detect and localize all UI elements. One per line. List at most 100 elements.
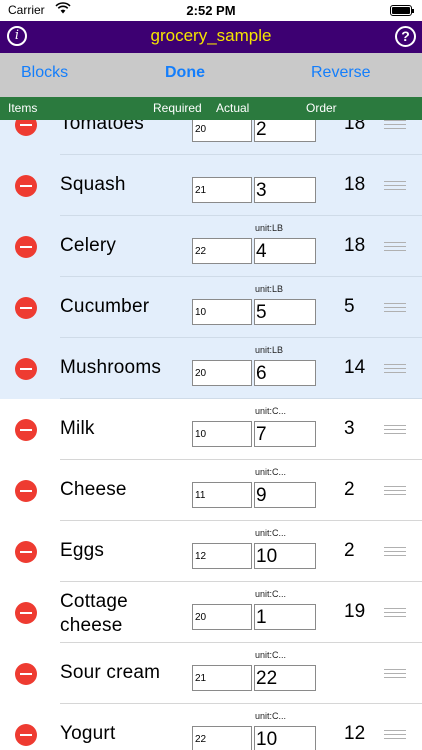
battery-icon [390, 5, 414, 16]
list-item: Yogurt 22 unit:C... 10 12 [0, 704, 422, 750]
required-field[interactable]: 10 [192, 299, 252, 325]
actual-field[interactable]: 6 [254, 360, 316, 386]
reorder-handle-icon[interactable] [384, 547, 406, 557]
delete-icon[interactable] [15, 297, 37, 319]
order-value: 18 [344, 120, 366, 134]
item-name: Eggs [60, 540, 105, 561]
item-name: Tomatoes [60, 120, 144, 134]
column-actual: Actual [216, 101, 250, 115]
delete-icon[interactable] [15, 480, 37, 502]
order-value: 2 [344, 479, 355, 500]
delete-icon[interactable] [15, 358, 37, 380]
list-item: Cheese 11 unit:C... 9 2 [0, 460, 422, 521]
reorder-handle-icon[interactable] [384, 364, 406, 374]
required-field[interactable]: 21 [192, 665, 252, 691]
actual-field[interactable]: 3 [254, 177, 316, 203]
reorder-handle-icon[interactable] [384, 303, 406, 313]
delete-icon[interactable] [15, 175, 37, 197]
actual-field[interactable]: 22 [254, 665, 316, 691]
unit-label: unit:LB [255, 345, 284, 355]
order-value: 19 [344, 601, 366, 622]
item-name: Cottage cheese [60, 591, 128, 636]
delete-icon[interactable] [15, 236, 37, 258]
blocks-button[interactable]: Blocks [21, 64, 68, 82]
order-value: 2 [344, 540, 355, 561]
required-field[interactable]: 10 [192, 421, 252, 447]
page-title: grocery_sample [150, 26, 272, 45]
required-field[interactable]: 20 [192, 604, 252, 630]
item-name: Cucumber [60, 296, 150, 317]
column-header: Items Required Actual Order [0, 97, 422, 120]
unit-label: unit:C... [255, 406, 287, 416]
list-item: Eggs 12 unit:C... 10 2 [0, 521, 422, 582]
column-required: Required [153, 101, 202, 115]
required-field[interactable]: 22 [192, 726, 252, 750]
title-bar: i grocery_sample ? [0, 21, 422, 53]
app-screen: Carrier 2:52 PM i grocery_sample ? Block… [0, 0, 422, 750]
item-name: Milk [60, 418, 95, 439]
list-item: Tomatoes 20 2 18 [0, 120, 422, 155]
list-item: Cottage cheese 20 unit:C... 1 19 [0, 582, 422, 643]
delete-icon[interactable] [15, 602, 37, 624]
reverse-button[interactable]: Reverse [311, 64, 371, 82]
required-field[interactable]: 20 [192, 360, 252, 386]
actual-field[interactable]: 9 [254, 482, 316, 508]
item-name: Celery [60, 235, 117, 256]
actual-field[interactable]: 2 [254, 120, 316, 142]
unit-label: unit:C... [255, 589, 287, 599]
status-bar: Carrier 2:52 PM [0, 0, 422, 21]
order-value: 12 [344, 723, 366, 744]
delete-icon[interactable] [15, 724, 37, 746]
actual-field[interactable]: 10 [254, 543, 316, 569]
list-item: Squash 21 3 18 [0, 155, 422, 216]
reorder-handle-icon[interactable] [384, 730, 406, 740]
column-items: Items [8, 101, 38, 115]
order-value: 3 [344, 418, 355, 439]
item-name: Squash [60, 174, 126, 195]
required-field[interactable]: 20 [192, 120, 252, 142]
required-field[interactable]: 11 [192, 482, 252, 508]
list-item: Mushrooms 20 unit:LB 6 14 [0, 338, 422, 399]
actual-field[interactable]: 10 [254, 726, 316, 750]
actual-field[interactable]: 7 [254, 421, 316, 447]
delete-icon[interactable] [15, 120, 37, 136]
actual-field[interactable]: 4 [254, 238, 316, 264]
list-item: Milk 10 unit:C... 7 3 [0, 399, 422, 460]
item-name: Cheese [60, 479, 127, 500]
unit-label: unit:LB [255, 284, 284, 294]
help-icon[interactable]: ? [395, 26, 416, 47]
actual-field[interactable]: 1 [254, 604, 316, 630]
list-item: Cucumber 10 unit:LB 5 5 [0, 277, 422, 338]
list-item: Celery 22 unit:LB 4 18 [0, 216, 422, 277]
done-button[interactable]: Done [165, 64, 205, 82]
reorder-handle-icon[interactable] [384, 425, 406, 435]
reorder-handle-icon[interactable] [384, 486, 406, 496]
reorder-handle-icon[interactable] [384, 669, 406, 679]
unit-label: unit:C... [255, 467, 287, 477]
reorder-handle-icon[interactable] [384, 608, 406, 618]
unit-label: unit:C... [255, 650, 287, 660]
column-order: Order [306, 101, 337, 115]
item-name: Yogurt [60, 723, 116, 744]
order-value: 18 [344, 174, 366, 195]
actual-field[interactable]: 5 [254, 299, 316, 325]
reorder-handle-icon[interactable] [384, 242, 406, 252]
required-field[interactable]: 22 [192, 238, 252, 264]
reorder-handle-icon[interactable] [384, 120, 406, 130]
grocery-list[interactable]: Tomatoes 20 2 18 Squash 21 3 18 Celery 2… [0, 120, 422, 750]
delete-icon[interactable] [15, 419, 37, 441]
required-field[interactable]: 21 [192, 177, 252, 203]
required-field[interactable]: 12 [192, 543, 252, 569]
delete-icon[interactable] [15, 541, 37, 563]
order-value: 14 [344, 357, 366, 378]
item-name: Sour cream [60, 662, 161, 683]
toolbar: Blocks Done Reverse [0, 53, 422, 97]
unit-label: unit:LB [255, 223, 284, 233]
delete-icon[interactable] [15, 663, 37, 685]
order-value: 5 [344, 296, 355, 317]
clock: 2:52 PM [186, 3, 236, 18]
unit-label: unit:C... [255, 528, 287, 538]
order-value: 18 [344, 235, 366, 256]
item-name: Mushrooms [60, 357, 162, 378]
reorder-handle-icon[interactable] [384, 181, 406, 191]
